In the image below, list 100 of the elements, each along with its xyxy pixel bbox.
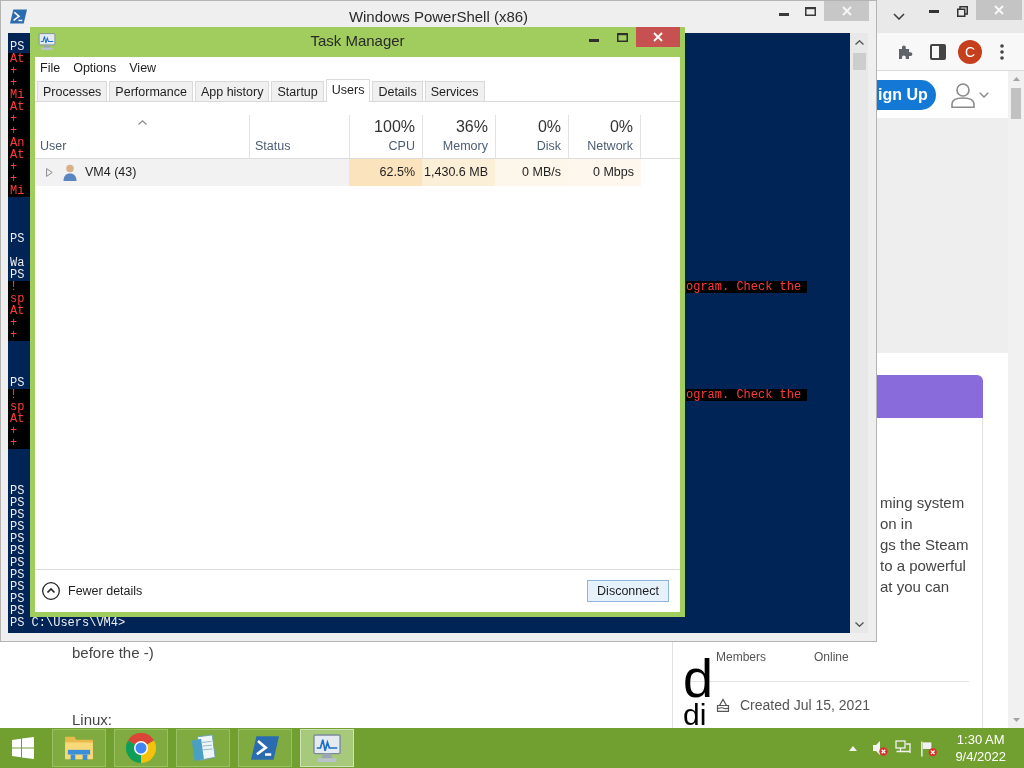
console-text: PS bbox=[9, 533, 26, 545]
menu-item[interactable]: View bbox=[129, 59, 157, 76]
maximize-icon[interactable] bbox=[616, 32, 628, 42]
console-text: PS bbox=[9, 41, 26, 53]
console-text: Wa bbox=[9, 257, 26, 269]
console-text: ! bbox=[8, 281, 30, 293]
four-panes-icon bbox=[12, 737, 34, 759]
table-cell[interactable]: VM4 (43) bbox=[35, 159, 249, 186]
console-text: sp bbox=[8, 293, 30, 305]
stat-label: Members bbox=[716, 650, 767, 664]
console-text: An bbox=[8, 137, 30, 149]
console-text: + bbox=[8, 173, 30, 185]
usage-percent: 36% bbox=[455, 117, 488, 137]
column-header[interactable]: Status bbox=[255, 138, 291, 154]
column-header[interactable]: CPU bbox=[388, 138, 415, 154]
fewer-details-button[interactable]: Fewer details bbox=[42, 581, 143, 601]
taskbar-button[interactable] bbox=[114, 729, 168, 767]
console-text: PS bbox=[9, 497, 26, 509]
caret-up-icon[interactable] bbox=[849, 745, 858, 751]
caret-up-icon bbox=[1012, 77, 1020, 81]
menu-item[interactable]: Options bbox=[73, 59, 117, 76]
kebab-menu-icon[interactable] bbox=[1000, 43, 1004, 60]
console-text: PS bbox=[9, 569, 26, 581]
close-icon bbox=[841, 6, 852, 16]
taskbar-button[interactable] bbox=[52, 729, 106, 767]
cake-icon bbox=[716, 698, 730, 712]
console-text: PS bbox=[9, 377, 26, 389]
taskbar-button[interactable] bbox=[176, 729, 230, 767]
disconnect-button[interactable]: Disconnect bbox=[587, 580, 669, 602]
tab[interactable]: Processes bbox=[37, 81, 108, 101]
tab[interactable]: Users bbox=[325, 79, 371, 102]
speaker-muted-icon[interactable] bbox=[872, 740, 889, 756]
person-icon bbox=[63, 164, 77, 181]
maximize-icon[interactable] bbox=[805, 6, 816, 16]
column-header[interactable]: Memory bbox=[442, 138, 488, 154]
console-text: PS bbox=[9, 521, 26, 533]
console-text: + bbox=[8, 113, 30, 125]
close-button[interactable] bbox=[636, 27, 680, 47]
table-cell: 0 Mbps bbox=[568, 159, 641, 186]
clock-time: 1:30 AM bbox=[956, 731, 1005, 748]
chevron-down-icon[interactable] bbox=[893, 12, 905, 20]
tab[interactable]: App history bbox=[194, 81, 270, 101]
console-text: Mi bbox=[8, 89, 30, 101]
tab[interactable]: Services bbox=[424, 81, 485, 101]
console-text: + bbox=[8, 77, 30, 89]
column-header[interactable]: Disk bbox=[536, 138, 561, 154]
table-cell: 62.5% bbox=[349, 159, 422, 186]
usage-percent: 0% bbox=[537, 117, 561, 137]
prompt-icon bbox=[10, 9, 27, 24]
console-text: + bbox=[8, 329, 30, 341]
scrollbar[interactable] bbox=[1008, 71, 1024, 728]
minimize-icon[interactable] bbox=[929, 9, 939, 13]
round-logo-icon bbox=[126, 733, 156, 763]
tab[interactable]: Startup bbox=[271, 81, 324, 101]
monitor-chart-icon bbox=[38, 33, 56, 50]
restore-icon[interactable] bbox=[956, 5, 968, 17]
menu-item[interactable]: File bbox=[40, 59, 61, 76]
scrollbar-thumb[interactable] bbox=[1011, 88, 1021, 119]
window-title: Task Manager bbox=[310, 31, 405, 51]
taskbar-button[interactable] bbox=[238, 729, 292, 767]
column-header[interactable]: Network bbox=[587, 138, 633, 154]
created-date: Created Jul 15, 2021 bbox=[740, 697, 870, 713]
console-text: PS bbox=[9, 233, 26, 245]
scrollbar-thumb[interactable] bbox=[852, 53, 866, 70]
console-text: PS bbox=[9, 509, 26, 521]
minimize-icon[interactable] bbox=[778, 13, 789, 16]
tab[interactable]: Details bbox=[372, 81, 423, 101]
side-panel-icon[interactable] bbox=[930, 43, 946, 60]
puzzle-icon[interactable] bbox=[898, 43, 914, 60]
tab[interactable]: Performance bbox=[109, 81, 193, 101]
console-text: At bbox=[8, 413, 30, 425]
profile-avatar[interactable]: C bbox=[958, 39, 982, 64]
article-text: Linux: bbox=[72, 712, 113, 728]
large-letter: d bbox=[683, 654, 714, 702]
caret-down-icon bbox=[854, 621, 864, 627]
console-text: At bbox=[8, 101, 30, 113]
table-cell: 0 MB/s bbox=[495, 159, 568, 186]
console-text: At bbox=[8, 305, 30, 317]
sign-up-button[interactable]: ign Up bbox=[877, 79, 936, 110]
taskbar-button[interactable] bbox=[300, 729, 354, 767]
expand-triangle-icon[interactable] bbox=[46, 168, 53, 177]
user-name: VM4 (43) bbox=[85, 164, 137, 182]
person-outline-icon[interactable] bbox=[950, 81, 976, 108]
console-text: sp bbox=[8, 401, 30, 413]
network-icon[interactable] bbox=[895, 740, 912, 756]
console-text: PS bbox=[9, 557, 26, 569]
console-text: + bbox=[8, 161, 30, 173]
flag-icon[interactable] bbox=[920, 739, 938, 757]
console-text: ogram. Check the bbox=[686, 389, 808, 401]
column-header[interactable]: User bbox=[40, 138, 67, 154]
stat-label: Online bbox=[814, 650, 849, 664]
console-text: + bbox=[8, 317, 30, 329]
folder-icon bbox=[64, 735, 94, 761]
window-title: Windows PowerShell (x86) bbox=[348, 7, 529, 27]
table-cell: 1,430.6 MB bbox=[422, 159, 495, 186]
scrollbar[interactable] bbox=[850, 33, 868, 633]
console-text: At bbox=[8, 53, 30, 65]
console-text: PS C:\Users\VM4> bbox=[9, 617, 126, 629]
circle-caret-up-icon bbox=[42, 582, 60, 600]
usage-percent: 0% bbox=[609, 117, 633, 137]
